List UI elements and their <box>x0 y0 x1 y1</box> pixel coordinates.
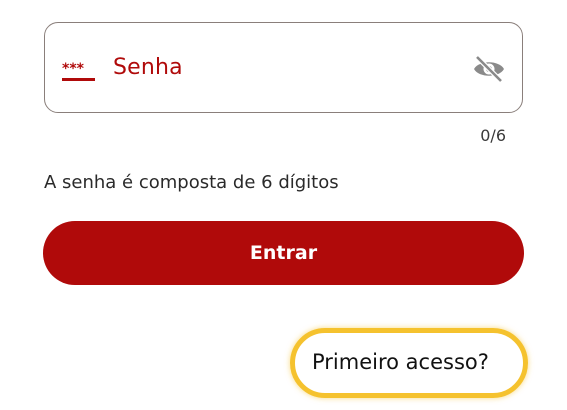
eye-off-icon[interactable] <box>471 53 507 85</box>
password-label: Senha <box>113 55 183 80</box>
svg-text:***: *** <box>62 61 85 77</box>
password-helper-text: A senha é composta de 6 dígitos <box>44 172 339 193</box>
enter-button[interactable]: Entrar <box>43 221 524 285</box>
first-access-link[interactable]: Primeiro acesso? <box>312 350 489 374</box>
login-page: *** Senha 0/6 A senha é composta de 6 dí… <box>0 0 567 410</box>
password-stars-icon: *** <box>62 61 96 83</box>
password-field[interactable]: *** Senha <box>44 22 523 113</box>
character-counter: 0/6 <box>480 126 506 145</box>
